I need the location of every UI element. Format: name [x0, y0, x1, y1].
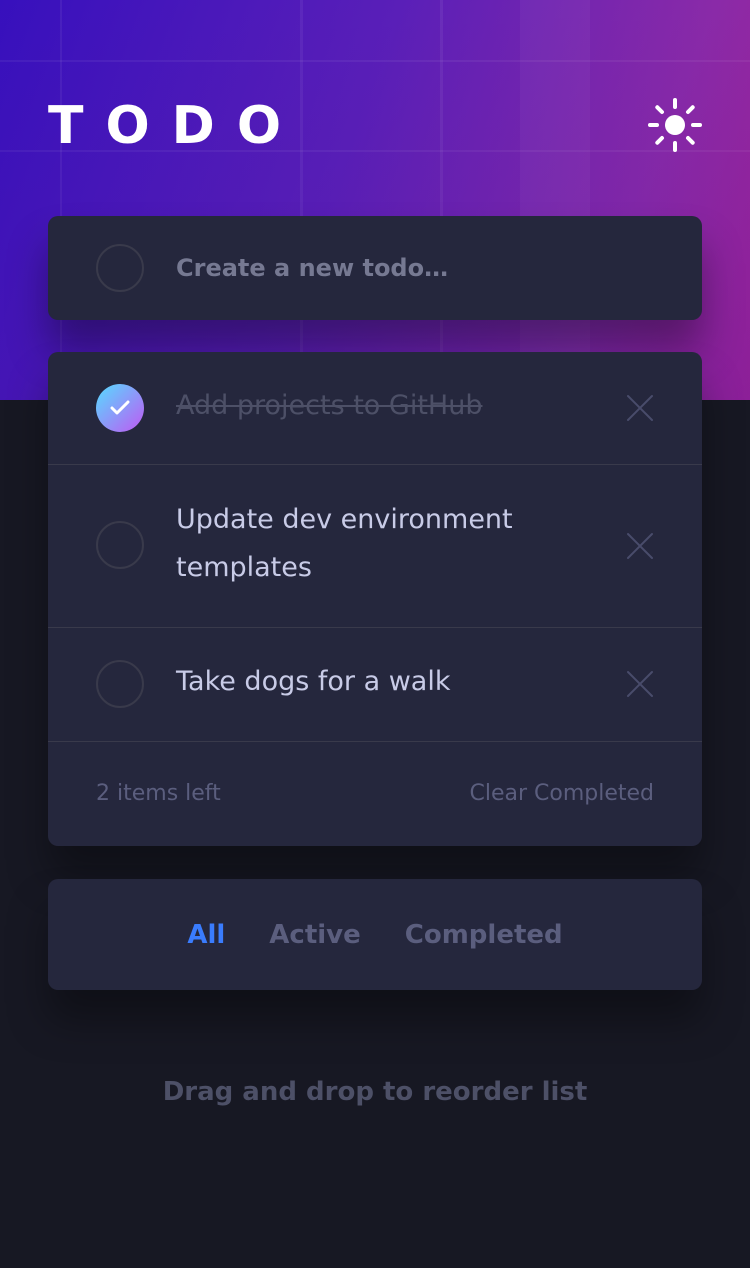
- todo-checkbox-checked[interactable]: [96, 384, 144, 432]
- filter-all[interactable]: All: [187, 920, 225, 950]
- clear-completed-button[interactable]: Clear Completed: [469, 780, 654, 808]
- todo-checkbox[interactable]: [96, 521, 144, 569]
- list-footer: 2 items left Clear Completed: [48, 742, 702, 846]
- close-icon: [627, 671, 653, 697]
- new-todo-card: [48, 216, 702, 320]
- todo-text: Update dev environment templates: [176, 504, 513, 583]
- new-todo-check-circle[interactable]: [96, 244, 144, 292]
- delete-button[interactable]: [626, 394, 654, 422]
- todo-text: Add projects to GitHub: [176, 390, 483, 421]
- check-icon: [110, 400, 130, 415]
- todo-checkbox[interactable]: [96, 660, 144, 708]
- todo-list: Add projects to GitHub Update dev enviro…: [48, 352, 702, 846]
- app-title: TODO: [48, 96, 304, 156]
- header-background-image: [0, 0, 750, 400]
- delete-button[interactable]: [626, 670, 654, 698]
- items-left-count: 2 items left: [96, 781, 221, 806]
- theme-toggle-button[interactable]: [648, 98, 702, 152]
- filter-bar: All Active Completed: [48, 879, 702, 990]
- app-page: TODO Create a new todo… Add projects to …: [0, 0, 750, 1268]
- todo-text: Take dogs for a walk: [176, 666, 451, 697]
- new-todo-input[interactable]: [176, 246, 656, 290]
- filter-active[interactable]: Active: [269, 920, 360, 950]
- filter-completed[interactable]: Completed: [405, 920, 563, 950]
- close-icon: [627, 395, 653, 421]
- delete-button[interactable]: [626, 532, 654, 560]
- sun-icon: [648, 98, 702, 152]
- reorder-hint: Drag and drop to reorder list: [162, 1077, 588, 1107]
- close-icon: [627, 533, 653, 559]
- app-header: TODO: [48, 96, 702, 156]
